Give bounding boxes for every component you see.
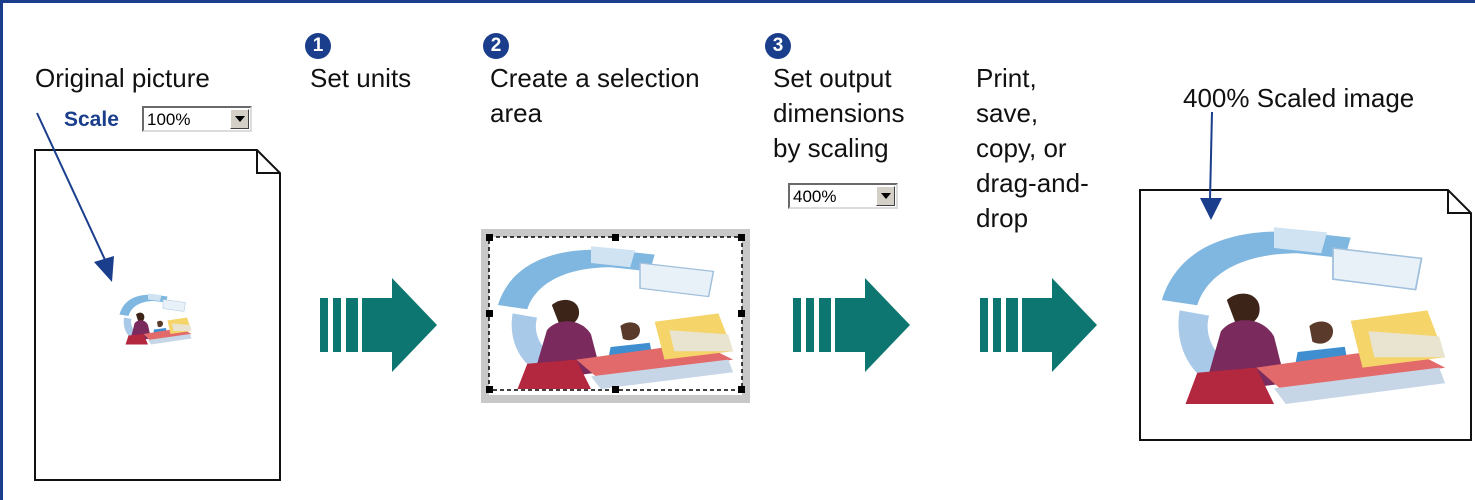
diagram-graphics [34,111,1472,481]
flow-arrow-1 [320,278,437,372]
scaled-pointer-line [1209,111,1213,201]
flow-arrow-3 [980,278,1097,372]
flow-arrow-2 [793,278,910,372]
